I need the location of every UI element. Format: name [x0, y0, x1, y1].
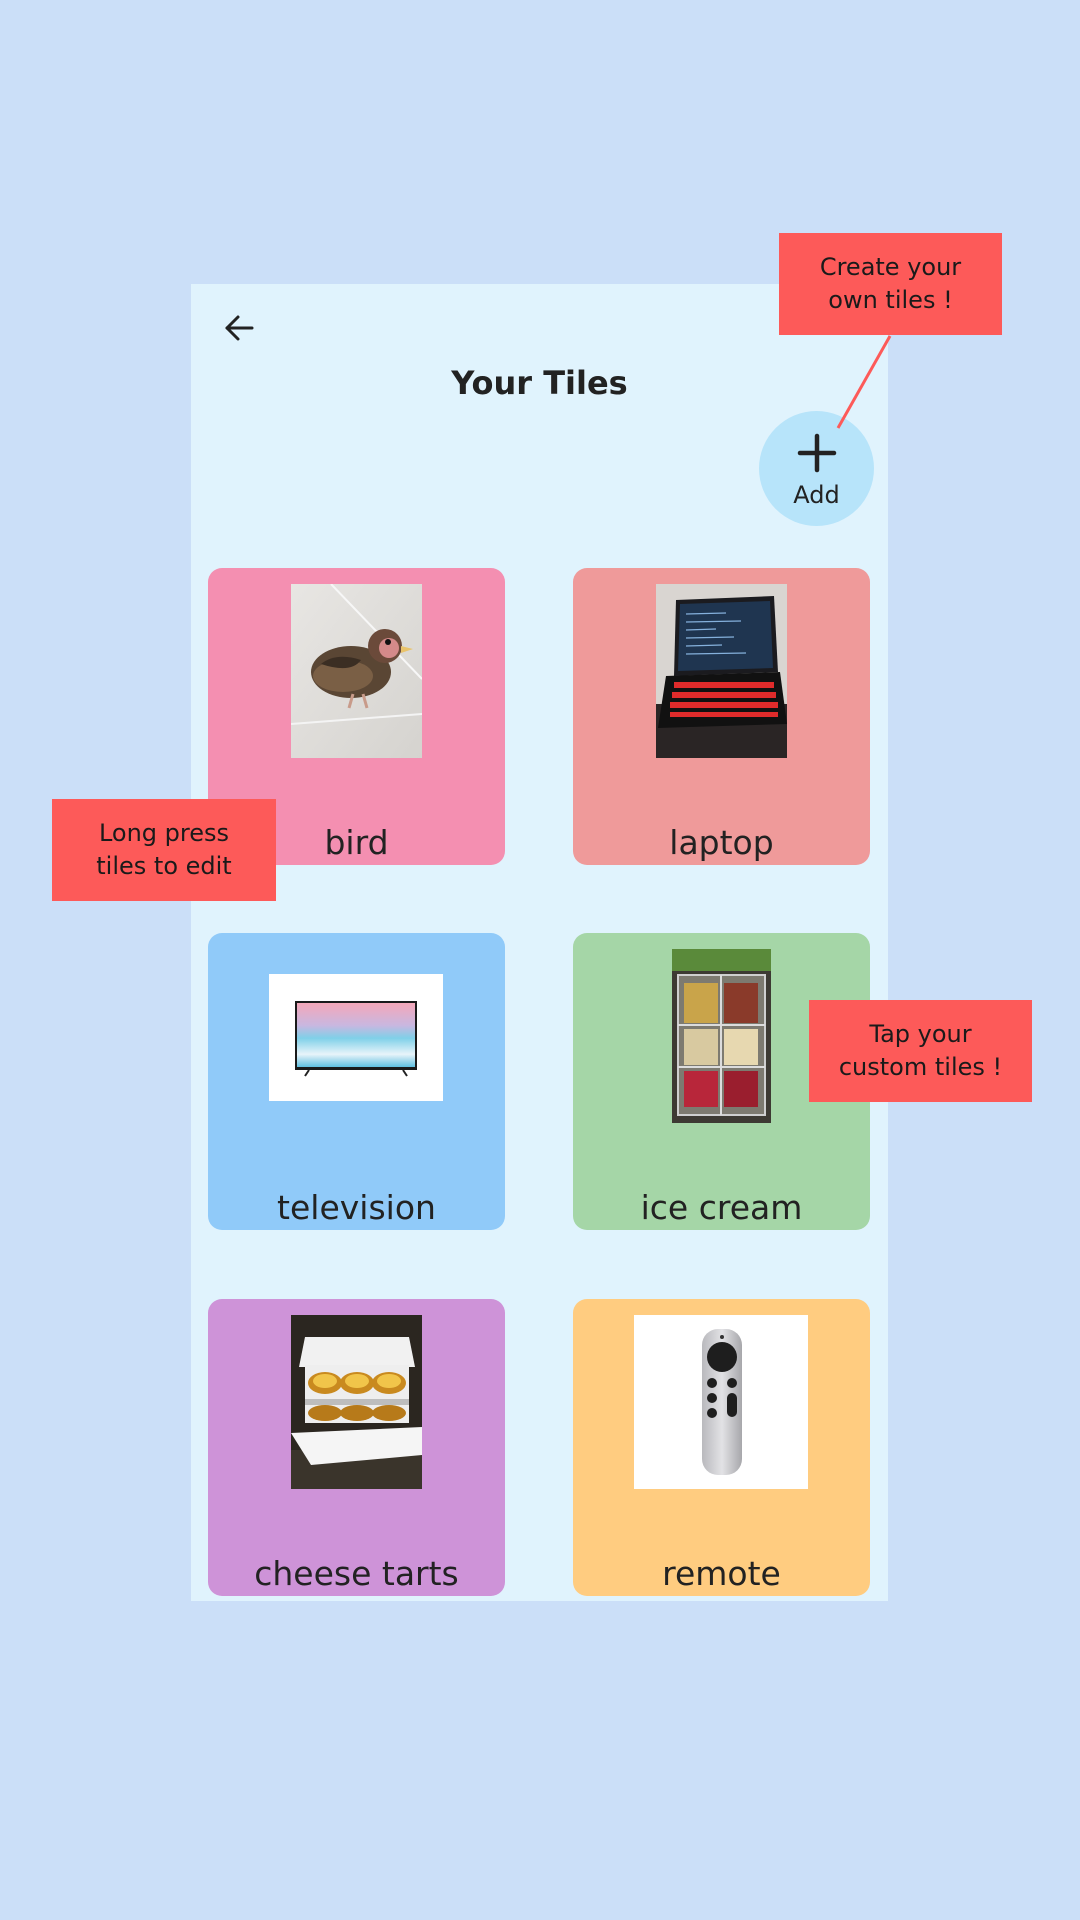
tile-cheese-tarts[interactable]: cheese tarts	[208, 1299, 505, 1596]
plus-icon	[797, 433, 837, 473]
tile-laptop[interactable]: laptop	[573, 568, 870, 865]
add-button-label: Add	[793, 481, 840, 509]
callout-create-tiles: Create your own tiles !	[779, 233, 1002, 335]
callout-long-press: Long press tiles to edit	[52, 799, 276, 901]
bird-photo	[291, 584, 422, 758]
page-title: Your Tiles	[451, 364, 628, 402]
tile-label: cheese tarts	[254, 1554, 459, 1593]
arrow-left-icon	[225, 315, 254, 341]
back-button[interactable]	[217, 306, 261, 350]
callout-tap-tiles: Tap your custom tiles !	[809, 1000, 1032, 1102]
laptop-photo	[656, 584, 787, 758]
tile-label: ice cream	[640, 1188, 803, 1227]
ice-cream-photo	[672, 949, 771, 1123]
app-screen: Your Tiles Add bird laptop television ic…	[191, 284, 888, 1601]
tile-label: television	[277, 1188, 436, 1227]
tile-television[interactable]: television	[208, 933, 505, 1230]
tile-remote[interactable]: remote	[573, 1299, 870, 1596]
add-tile-button[interactable]: Add	[759, 411, 874, 526]
cheese-tarts-photo	[291, 1315, 422, 1489]
remote-photo	[634, 1315, 808, 1489]
television-photo	[269, 974, 443, 1101]
tile-label: laptop	[669, 823, 774, 862]
tile-label: remote	[662, 1554, 781, 1593]
